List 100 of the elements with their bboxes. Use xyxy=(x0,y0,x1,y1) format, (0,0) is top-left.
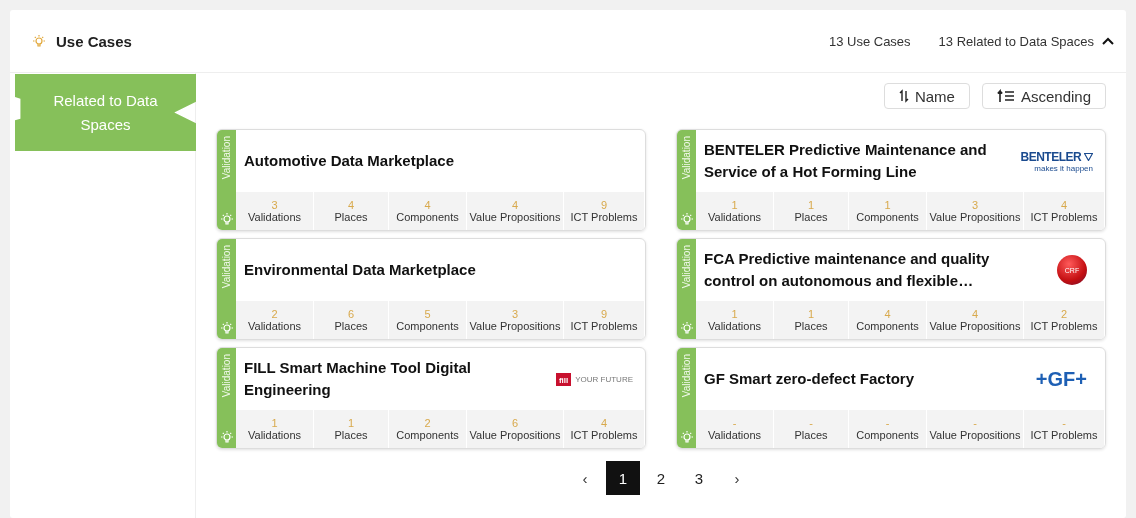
stat-value: 1 xyxy=(731,308,738,320)
stat-label: Components xyxy=(396,320,459,332)
stat-value: 2 xyxy=(424,417,431,429)
stat-label: ICT Problems xyxy=(1030,429,1098,441)
stat-label: Validations xyxy=(708,320,761,332)
stat-value: 1 xyxy=(731,199,738,211)
sort-order-button[interactable]: Ascending xyxy=(981,83,1106,109)
card-title: FILL Smart Machine Tool Digital Engineering xyxy=(244,358,472,400)
strip-label: Validation xyxy=(681,245,692,289)
card-title: Automotive Data Marketplace xyxy=(244,151,456,171)
stat-label: Places xyxy=(334,320,368,332)
strip-label: Validation xyxy=(221,354,232,398)
stat-label: Validations xyxy=(248,320,301,332)
sort-ascending-icon xyxy=(996,89,1015,103)
panel-title: Use Cases xyxy=(56,32,132,50)
stat-value: 5 xyxy=(424,308,431,320)
lightbulb-icon xyxy=(219,430,234,444)
stat-value: - xyxy=(732,417,737,429)
card-title: GF Smart zero-defect Factory xyxy=(704,369,916,389)
stat-value: 2 xyxy=(1060,308,1068,320)
triangle-icon xyxy=(1084,152,1093,161)
use-case-card[interactable]: Validation Environmental Data Marketplace 2 Validations 6 Places 5 Components 3 Value Propositions 9 ICT Problems xyxy=(216,238,646,340)
stat-label: ICT Problems xyxy=(1030,211,1098,223)
stat-value: 6 xyxy=(347,308,355,320)
page-button[interactable]: 2 xyxy=(644,461,678,495)
stat-label: ICT Problems xyxy=(1030,320,1098,332)
stat-label: Value Propositions xyxy=(469,320,561,332)
stat-label: Components xyxy=(396,211,459,223)
stat-label: Places xyxy=(334,429,368,441)
related-count: 13 Related to Data Spaces xyxy=(938,33,1094,49)
stat-label: Places xyxy=(794,429,828,441)
stat-value: 3 xyxy=(511,308,519,320)
stat-label: Validations xyxy=(248,429,301,441)
stat-value: 1 xyxy=(807,199,815,211)
stat-label: Components xyxy=(856,429,919,441)
lightbulb-icon xyxy=(679,430,694,444)
stat-label: Components xyxy=(856,320,919,332)
stat-value: 2 xyxy=(271,308,278,320)
stat-value: - xyxy=(885,417,890,429)
stat-label: Places xyxy=(334,211,368,223)
stat-value: - xyxy=(973,417,977,429)
card-title: FCA Predictive maintenance and quality control on autonomous and flexible… xyxy=(704,249,991,291)
page-button[interactable]: 3 xyxy=(682,461,716,495)
company-logo: BENTELER makes it happen xyxy=(1020,149,1093,173)
stat-value: 3 xyxy=(271,199,278,211)
stat-label: Validations xyxy=(248,211,301,223)
stat-label: Places xyxy=(794,211,828,223)
stat-value: 4 xyxy=(884,308,891,320)
lightbulb-icon xyxy=(219,212,234,226)
stat-label: Components xyxy=(396,429,459,441)
stat-value: 1 xyxy=(884,199,891,211)
stat-value: 3 xyxy=(971,199,979,211)
next-page-button[interactable]: › xyxy=(720,461,754,495)
stat-label: Value Propositions xyxy=(929,320,1021,332)
lightbulb-icon xyxy=(219,321,234,335)
stat-label: Validations xyxy=(708,429,761,441)
card-title: Environmental Data Marketplace xyxy=(244,260,477,280)
lightbulb-icon xyxy=(679,321,694,335)
stat-label: Value Propositions xyxy=(929,211,1021,223)
stat-value: - xyxy=(809,417,813,429)
stat-value: 4 xyxy=(971,308,979,320)
stat-value: 9 xyxy=(600,199,608,211)
stat-value: 9 xyxy=(600,308,608,320)
stat-value: 4 xyxy=(600,417,608,429)
stat-value: 1 xyxy=(271,417,278,429)
stat-label: ICT Problems xyxy=(570,320,638,332)
use-case-card[interactable]: Validation FILL Smart Machine Tool Digital Engineering fill YOUR FUTURE 1 Validations 1 Places 2 Components 6 Value Propositions 4 ICT Problems xyxy=(216,347,646,449)
stat-label: Value Propositions xyxy=(469,429,561,441)
company-logo: +GF+ xyxy=(1035,367,1087,391)
use-case-card[interactable]: Validation Automotive Data Marketplace 3 Validations 4 Places 4 Components 4 Value Propositions 9 ICT Problems xyxy=(216,129,646,231)
use-case-count: 13 Use Cases xyxy=(828,33,911,49)
stat-label: Value Propositions xyxy=(929,429,1021,441)
stat-label: Places xyxy=(794,320,828,332)
stat-value: 1 xyxy=(347,417,355,429)
stat-label: ICT Problems xyxy=(570,211,638,223)
use-case-card[interactable]: Validation GF Smart zero-defect Factory +GF+ - Validations - Places - Components - Value Propositions - ICT Problems xyxy=(676,347,1106,449)
stat-label: Components xyxy=(856,211,919,223)
lightbulb-icon xyxy=(679,212,694,226)
strip-label: Validation xyxy=(681,354,692,398)
strip-label: Validation xyxy=(221,245,232,289)
strip-label: Validation xyxy=(221,136,232,180)
stat-value: 6 xyxy=(511,417,519,429)
stat-label: Value Propositions xyxy=(469,211,561,223)
stat-label: Validations xyxy=(708,211,761,223)
card-title: BENTELER Predictive Maintenance and Service of a Hot Forming Line xyxy=(704,140,988,182)
sort-icon xyxy=(898,89,909,103)
use-case-card[interactable]: Validation BENTELER Predictive Maintenance and Service of a Hot Forming Line BENTELER makes it happen 1 Validations 1 Places 1 Components 3 Value Propositions 4 ICT Problems xyxy=(676,129,1106,231)
chevron-icon[interactable] xyxy=(1102,36,1114,46)
stat-label: ICT Problems xyxy=(570,429,638,441)
page-button[interactable]: 1 xyxy=(606,461,640,495)
stat-value: 4 xyxy=(511,199,519,211)
stat-value: 4 xyxy=(1060,199,1068,211)
stat-value: - xyxy=(1062,417,1066,429)
sort-field-button[interactable]: Name xyxy=(883,83,970,109)
strip-label: Validation xyxy=(681,136,692,180)
stat-value: 4 xyxy=(424,199,431,211)
company-logo: fill YOUR FUTURE xyxy=(555,372,633,386)
previous-page-button[interactable]: ‹ xyxy=(568,461,602,495)
stat-value: 1 xyxy=(807,308,815,320)
lightbulb-icon xyxy=(32,34,46,48)
